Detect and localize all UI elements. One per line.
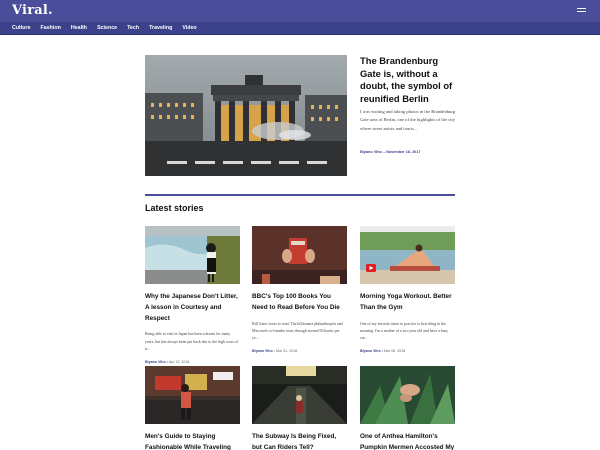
hamburger-menu-icon[interactable]	[577, 8, 586, 14]
featured-meta: Biyano Viho – November 18, 2017	[360, 150, 421, 154]
story-title[interactable]: BBC's Top 100 Books You Need to Read Bef…	[252, 292, 347, 314]
category-nav: Culture Fashion Health Science Tech Trav…	[0, 22, 600, 35]
nav-item-tech[interactable]: Tech	[127, 22, 139, 35]
story-author[interactable]: Biyano Viho	[145, 360, 166, 364]
story-title[interactable]: Men's Guide to Staying Fashionable While…	[145, 432, 240, 450]
nav-item-fashion[interactable]: Fashion	[41, 22, 61, 35]
story-date: Mar 31, 2018	[275, 349, 298, 354]
story-excerpt: Bill Gates loves to read. The billionair…	[252, 321, 343, 340]
story-card[interactable]: The Subway Is Being Fixed, but Can Rider…	[252, 366, 347, 450]
story-card[interactable]: BBC's Top 100 Books You Need to Read Bef…	[252, 226, 347, 353]
featured-image[interactable]	[145, 55, 347, 176]
site-logo[interactable]: Viral.	[12, 3, 53, 18]
story-date: Apr 12, 2018	[168, 360, 190, 364]
story-meta: Biyano Viho • Apr 12, 2018	[145, 360, 240, 364]
story-card[interactable]: Why the Japanese Don't Litter, A lesson …	[145, 226, 240, 364]
latest-stories-heading: Latest stories	[145, 203, 204, 213]
featured-author[interactable]: Biyano Viho	[360, 150, 382, 154]
story-image[interactable]	[360, 226, 455, 284]
featured-date: November 18, 2017	[386, 150, 421, 154]
story-image[interactable]	[252, 366, 347, 424]
story-meta: Biyano Viho • Mar 31, 2018	[252, 349, 347, 353]
story-title[interactable]: Morning Yoga Workout. Better Than the Gy…	[360, 292, 455, 314]
story-image[interactable]	[252, 226, 347, 284]
story-card[interactable]: Men's Guide to Staying Fashionable While…	[145, 366, 240, 450]
story-author[interactable]: Biyano Viho	[252, 349, 273, 353]
story-author[interactable]: Biyano Viho	[360, 349, 381, 353]
story-excerpt: Being able to visit in Japan has been a …	[145, 332, 238, 351]
story-image[interactable]	[145, 366, 240, 424]
featured-title[interactable]: The Brandenburg Gate is, without a doubt…	[360, 55, 460, 105]
section-divider	[145, 194, 455, 196]
featured-excerpt: I was visiting and taking photos in the …	[360, 109, 456, 131]
nav-item-video[interactable]: Video	[182, 22, 196, 35]
story-meta: Biyano Viho • Mar 08, 2018	[360, 349, 455, 353]
nav-item-health[interactable]: Health	[71, 22, 87, 35]
story-card[interactable]: Morning Yoga Workout. Better Than the Gy…	[360, 226, 455, 353]
story-image[interactable]	[145, 226, 240, 284]
nav-item-science[interactable]: Science	[97, 22, 117, 35]
story-card[interactable]: One of Anthea Hamilton's Pumpkin Mermen …	[360, 366, 455, 450]
story-title[interactable]: The Subway Is Being Fixed, but Can Rider…	[252, 432, 347, 450]
story-image[interactable]	[360, 366, 455, 424]
top-header: Viral.	[0, 0, 600, 22]
story-title[interactable]: Why the Japanese Don't Litter, A lesson …	[145, 292, 240, 324]
story-title[interactable]: One of Anthea Hamilton's Pumpkin Mermen …	[360, 432, 455, 450]
story-excerpt: One of my favorite times to practice is …	[360, 321, 449, 340]
nav-item-traveling[interactable]: Traveling	[149, 22, 172, 35]
story-date: Mar 08, 2018	[383, 349, 406, 354]
nav-item-culture[interactable]: Culture	[12, 22, 31, 35]
